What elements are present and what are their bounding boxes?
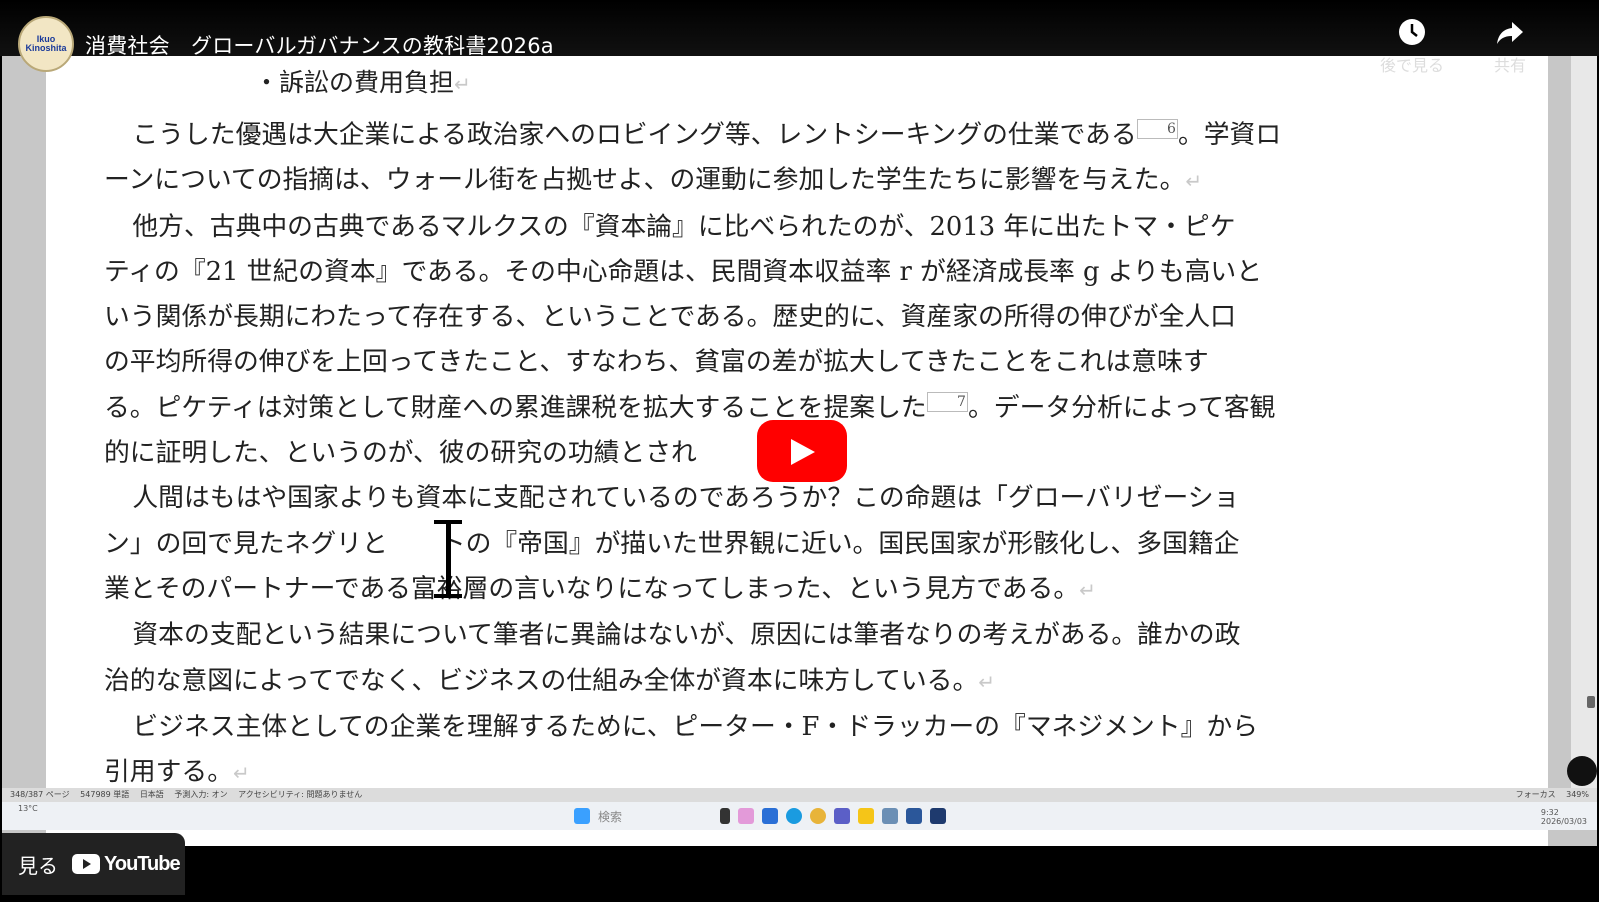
- share-button[interactable]: 共有: [1494, 18, 1526, 76]
- document-body: ・訴訟の費用負担↵ こうした優遇は大企業による政治家へのロビイング等、レントシー…: [104, 68, 1404, 796]
- paragraph-3: 人間はもはや国家よりも資本に支配されているのであろうか？この命題は「グローバリゼ…: [104, 483, 1240, 604]
- windows-taskbar: 13°C 検索 9:32 2026/03/03: [2, 802, 1597, 830]
- watch-on-youtube-button[interactable]: 見る YouTube: [2, 833, 185, 895]
- footnote-ref-6: 6: [1136, 119, 1178, 140]
- play-icon: [791, 439, 815, 465]
- word-scrollbar[interactable]: [1571, 56, 1597, 788]
- app-icon-chat[interactable]: [834, 808, 851, 824]
- predictive-input-status: 予測入力: オン: [174, 790, 228, 799]
- scroll-down-icon[interactable]: [1567, 756, 1597, 786]
- page-count: 348/387 ページ: [10, 790, 70, 799]
- app-icon-widgets[interactable]: [738, 808, 755, 824]
- share-label: 共有: [1494, 56, 1527, 75]
- word-status-bar: 348/387 ページ 547989 単語 日本語 予測入力: オン アクセシビ…: [2, 788, 1597, 802]
- taskbar-search[interactable]: 検索: [598, 808, 622, 825]
- watch-later-button[interactable]: 後で見る: [1380, 18, 1444, 76]
- system-tray-clock[interactable]: 9:32 2026/03/03: [1541, 808, 1587, 826]
- watch-later-label: 後で見る: [1380, 56, 1445, 75]
- section-heading: ・訴訟の費用負担↵: [254, 68, 471, 97]
- accessibility-status: アクセシビリティ: 問題ありません: [238, 790, 363, 799]
- youtube-play-icon: [72, 854, 100, 874]
- paragraph-4: 資本の支配という結果について筆者に異論はないが、原因には筆者なりの考えがある。誰…: [104, 620, 1241, 696]
- share-arrow-icon: [1497, 22, 1523, 44]
- weather-widget[interactable]: 13°C: [18, 804, 38, 813]
- channel-avatar[interactable]: Ikuo Kinoshita: [18, 16, 74, 72]
- youtube-logo: YouTube: [72, 853, 181, 876]
- word-count: 547989 単語: [80, 790, 130, 799]
- paragraph-1: こうした優遇は大企業による政治家へのロビイング等、レントシーキングの仕業である 6…: [104, 119, 1282, 196]
- focus-mode-button[interactable]: フォーカス: [1516, 790, 1556, 799]
- footnote-ref-7: 7: [926, 392, 968, 413]
- edge-browser-icon[interactable]: [786, 808, 803, 824]
- youtube-title-bar: 消費社会 グローバルガバナンスの教科書2026a: [0, 0, 1599, 58]
- language-status: 日本語: [139, 790, 164, 799]
- word-app-icon[interactable]: [906, 808, 923, 824]
- paragraph-5: ビジネス主体としての企業を理解するために、ピーター・F・ドラッカーの『マネジメン…: [104, 711, 1258, 788]
- app-icon-teams[interactable]: [762, 808, 779, 824]
- task-view-icon[interactable]: [720, 808, 731, 824]
- windows-start-icon[interactable]: [574, 808, 590, 824]
- settings-gear-icon[interactable]: [882, 808, 899, 824]
- channel-avatar-line2: Kinoshita: [25, 43, 67, 53]
- play-button[interactable]: [757, 420, 847, 482]
- file-explorer-icon[interactable]: [858, 808, 875, 824]
- app-icon-unknown[interactable]: [930, 808, 947, 824]
- clock-icon: [1399, 19, 1425, 45]
- zoom-level[interactable]: 349%: [1566, 790, 1589, 799]
- watch-on-label: 見る: [18, 853, 58, 878]
- paragraph-2: 他方、古典中の古典であるマルクスの『資本論』に比べられたのが、2013 年に出た…: [104, 211, 1276, 469]
- word-scroll-thumb[interactable]: [1587, 696, 1595, 708]
- text-cursor-icon: [434, 520, 462, 598]
- chrome-browser-icon[interactable]: [810, 808, 827, 824]
